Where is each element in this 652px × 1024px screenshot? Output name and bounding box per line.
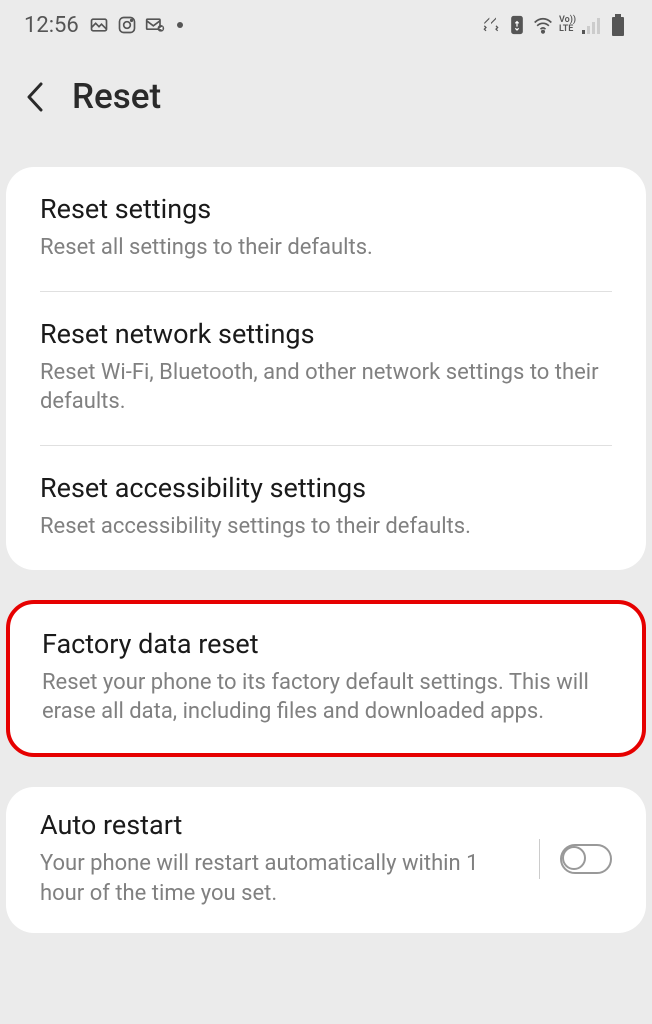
instagram-icon	[117, 15, 137, 35]
image-icon	[89, 15, 109, 35]
page-title: Reset	[72, 76, 161, 117]
reset-settings-desc: Reset all settings to their defaults.	[40, 233, 612, 263]
toggle-knob	[562, 846, 586, 870]
reset-network-desc: Reset Wi-Fi, Bluetooth, and other networ…	[40, 358, 612, 417]
reset-settings-title: Reset settings	[40, 193, 612, 225]
status-right: Vo))LTE	[481, 15, 628, 35]
factory-reset-item[interactable]: Factory data reset Reset your phone to i…	[10, 604, 642, 753]
status-time: 12:56	[24, 13, 79, 38]
status-bar: 12:56	[0, 0, 652, 44]
auto-restart-title: Auto restart	[40, 809, 519, 841]
battery-icon	[608, 15, 628, 35]
reset-network-title: Reset network settings	[40, 318, 612, 350]
vibrate-icon	[481, 15, 501, 35]
toggle-wrap	[539, 839, 612, 879]
back-icon[interactable]	[22, 84, 48, 110]
status-left: 12:56	[24, 13, 183, 38]
more-icon	[177, 22, 183, 28]
header: Reset	[0, 44, 652, 137]
auto-restart-text: Auto restart Your phone will restart aut…	[40, 809, 539, 908]
email-icon	[145, 15, 165, 35]
auto-restart-card: Auto restart Your phone will restart aut…	[6, 787, 646, 932]
auto-restart-toggle[interactable]	[560, 844, 612, 874]
reset-options-card: Reset settings Reset all settings to the…	[6, 167, 646, 570]
signal-icon	[582, 15, 602, 35]
wifi-icon	[533, 15, 553, 35]
data-saver-icon	[507, 15, 527, 35]
toggle-divider	[539, 839, 540, 879]
status-icons-left	[89, 15, 183, 35]
reset-settings-item[interactable]: Reset settings Reset all settings to the…	[6, 167, 646, 291]
factory-reset-card: Factory data reset Reset your phone to i…	[6, 600, 646, 757]
auto-restart-item[interactable]: Auto restart Your phone will restart aut…	[6, 787, 646, 932]
auto-restart-desc: Your phone will restart automatically wi…	[40, 849, 519, 908]
reset-accessibility-desc: Reset accessibility settings to their de…	[40, 512, 612, 542]
volte-icon: Vo))LTE	[559, 16, 576, 34]
reset-accessibility-item[interactable]: Reset accessibility settings Reset acces…	[6, 446, 646, 570]
factory-reset-desc: Reset your phone to its factory default …	[42, 668, 610, 727]
reset-accessibility-title: Reset accessibility settings	[40, 472, 612, 504]
reset-network-item[interactable]: Reset network settings Reset Wi-Fi, Blue…	[6, 292, 646, 445]
factory-reset-title: Factory data reset	[42, 628, 610, 660]
